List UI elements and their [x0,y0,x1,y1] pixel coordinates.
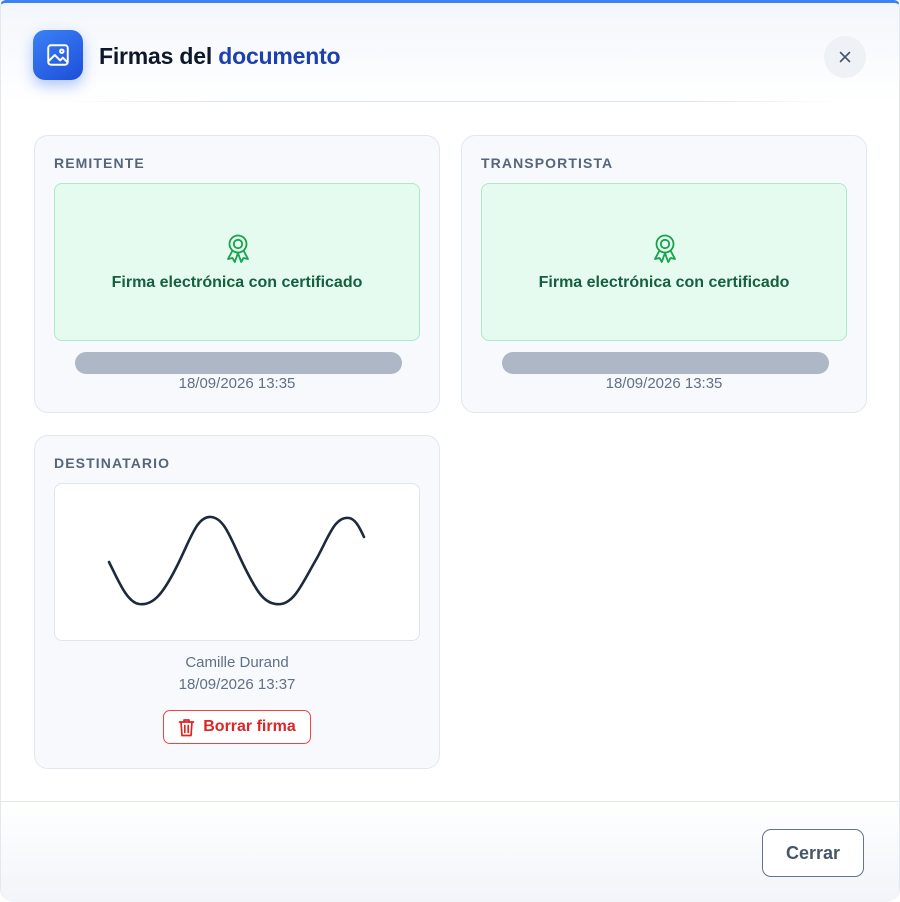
card-label: TRANSPORTISTA [481,155,614,171]
handwritten-signature [107,515,366,606]
signature-card-destinatario: DESTINATARIO Camille Durand 18/09/2026 1… [34,435,440,769]
certificate-text: Firma electrónica con certificado [111,274,363,291]
signer-name: Camille Durand [185,654,289,671]
signer-name-placeholder [502,352,829,374]
certificate-signature-box: Firma electrónica con certificado [54,183,420,341]
signer-name-placeholder [75,352,402,374]
header-divider [61,101,839,102]
trash-icon [178,718,195,736]
dialog-title: Firmas del documento [99,43,341,70]
certificate-signature-box: Firma electrónica con certificado [481,183,847,341]
card-label: REMITENTE [54,155,145,171]
dialog-footer: Cerrar [1,801,899,902]
delete-signature-label: Borrar firma [203,718,296,735]
handwritten-signature-box [54,483,420,641]
close-icon [839,51,851,63]
signature-card-remitente: REMITENTE Firma electrónica con certific… [34,135,440,413]
close-button[interactable] [824,36,866,78]
card-label: DESTINATARIO [54,455,171,471]
signature-date: 18/09/2026 13:35 [178,375,296,392]
signature-date: 18/09/2026 13:37 [178,676,296,693]
signatures-dialog: Firmas del documento REMITENTE Firma ele… [0,0,900,902]
certificate-text: Firma electrónica con certificado [538,274,790,291]
signature-date: 18/09/2026 13:35 [605,375,723,392]
award-badge-icon [227,234,249,263]
signature-card-transportista: TRANSPORTISTA Firma electrónica con cert… [461,135,867,413]
award-badge-icon [654,234,676,263]
dialog-title-main: Firmas del [99,43,219,69]
dialog-header: Firmas del documento [1,3,899,103]
dialog-title-accent: documento [218,43,341,69]
close-dialog-button[interactable]: Cerrar [762,829,864,877]
delete-signature-button[interactable]: Borrar firma [163,710,311,744]
image-icon [33,30,83,80]
